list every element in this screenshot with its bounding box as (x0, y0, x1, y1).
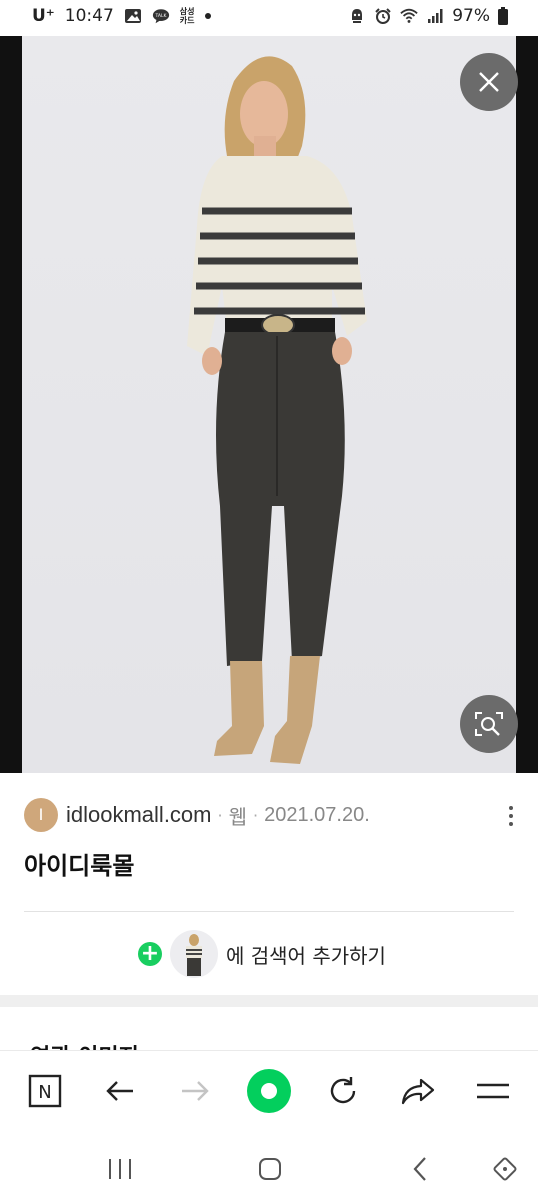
source-type: 웹 (228, 806, 247, 829)
carrier-label: U⁺ (32, 6, 55, 26)
notification-dot-icon (204, 13, 211, 19)
result-title[interactable]: 아이디룩몰 (24, 846, 134, 881)
recents-button[interactable] (100, 1149, 140, 1189)
signal-icon (428, 9, 443, 23)
image-thumbnail (170, 930, 218, 978)
source-date: 2021.07.20. (264, 803, 370, 826)
wifi-icon (400, 8, 418, 23)
rotate-button[interactable] (485, 1149, 525, 1189)
separator: · (253, 805, 259, 825)
back-icon (413, 1157, 426, 1181)
naver-n-icon: N (28, 1074, 62, 1108)
n-label: N (38, 1082, 51, 1103)
more-dot-icon (509, 822, 513, 826)
plus-icon: + (138, 942, 162, 966)
home-button[interactable] (250, 1149, 290, 1189)
fashion-model-photo[interactable] (22, 36, 516, 773)
more-dot-icon (509, 806, 513, 810)
system-back-button[interactable] (400, 1149, 440, 1189)
clock: 10:47 (64, 6, 114, 26)
share-icon (401, 1078, 435, 1105)
gallery-icon (124, 9, 141, 23)
favicon-letter: I (38, 805, 44, 824)
recents-icon (109, 1159, 131, 1179)
kakaotalk-icon: TALK (152, 9, 169, 24)
menu-button[interactable] (468, 1066, 518, 1116)
add-search-label: 에 검색어 추가하기 (226, 943, 386, 968)
alarm-guard-icon (352, 9, 363, 23)
reload-button[interactable] (318, 1066, 368, 1116)
source-row[interactable]: I idlookmall.com · 웹 · 2021.07.20. (24, 798, 370, 832)
status-bar: U⁺ 10:47 TALK 삼성 카드 97% (0, 0, 538, 36)
battery-icon (498, 7, 508, 25)
image-search-button[interactable] (460, 695, 518, 753)
result-info-panel: I idlookmall.com · 웹 · 2021.07.20. 아이디룩몰… (0, 773, 538, 995)
menu-icon (477, 1083, 509, 1099)
home-icon (259, 1158, 281, 1180)
image-viewer (0, 36, 538, 773)
green-dot-icon (247, 1069, 291, 1113)
forward-button[interactable] (170, 1066, 220, 1116)
samsung-card-line2: 카드 (179, 16, 195, 25)
divider (24, 911, 514, 912)
close-button[interactable] (460, 53, 518, 111)
battery-percent: 97% (452, 6, 490, 26)
samsung-card-line1: 삼성 (179, 7, 195, 16)
reload-icon (330, 1077, 356, 1104)
add-to-search-button[interactable]: + 에 검색어 추가하기 (138, 929, 386, 979)
site-favicon: I (24, 798, 58, 832)
forward-arrow-icon (182, 1081, 209, 1101)
image-search-icon (475, 712, 503, 736)
back-arrow-icon (106, 1081, 133, 1101)
more-options-button[interactable] (500, 801, 522, 831)
naver-home-button[interactable]: N (20, 1066, 70, 1116)
svg-text:TALK: TALK (154, 13, 167, 19)
source-domain[interactable]: idlookmall.com (66, 802, 212, 828)
browser-toolbar: N (0, 1050, 538, 1135)
model-illustration (187, 56, 367, 764)
more-dot-icon (509, 814, 513, 818)
back-button[interactable] (95, 1066, 145, 1116)
green-dot-button[interactable] (244, 1066, 294, 1116)
separator: · (217, 805, 223, 825)
system-nav-bar (0, 1135, 538, 1200)
rotate-icon (493, 1157, 517, 1181)
alarm-clock-icon (375, 8, 391, 24)
share-button[interactable] (393, 1066, 443, 1116)
section-separator (0, 995, 538, 1007)
samsung-card-icon: 삼성 카드 (180, 7, 195, 25)
thumbnail-model-icon (186, 934, 202, 976)
close-icon (479, 72, 499, 92)
